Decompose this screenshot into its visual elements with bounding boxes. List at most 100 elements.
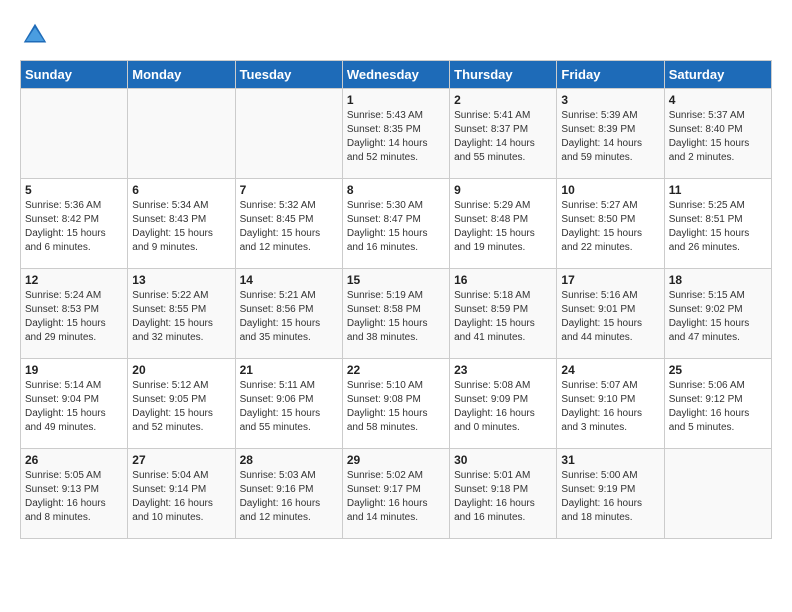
day-info: Sunrise: 5:24 AM Sunset: 8:53 PM Dayligh…: [25, 289, 123, 345]
calendar-cell: 30Sunrise: 5:01 AM Sunset: 9:18 PM Dayli…: [450, 449, 557, 539]
calendar-cell: 3 Sunrise: 5:39 AM Sunset: 8:39 PM Daylig…: [557, 89, 664, 179]
day-number: 4: [669, 93, 767, 107]
day-number: 15: [347, 273, 445, 287]
calendar-cell: 31 Sunrise: 5:00 AM Sunset: 9:19 PM Dayli…: [557, 449, 664, 539]
calendar-cell: 15 Sunrise: 5:19 AM Sunset: 8:58 PM Dayli…: [342, 269, 449, 359]
calendar-cell: 27 Sunrise: 5:04 AM Sunset: 9:14 PM Dayli…: [128, 449, 235, 539]
calendar-cell: 19 Sunrise: 5:14 AM Sunset: 9:04 PM Dayli…: [21, 359, 128, 449]
day-info: Sunrise: 5:29 AM Sunset: 8:48 PM Dayligh…: [454, 199, 552, 255]
day-info: Sunrise: 5:10 AM Sunset: 9:08 PM Dayligh…: [347, 379, 445, 435]
day-info: Sunrise: 5:11 AM Sunset: 9:06 PM Dayligh…: [240, 379, 338, 435]
day-number: 16: [454, 273, 552, 287]
day-info: Sunrise: 5:14 AM Sunset: 9:04 PM Dayligh…: [25, 379, 123, 435]
day-info: Sunrise: 5:43 AM Sunset: 8:35 PM Dayligh…: [347, 109, 445, 165]
day-number: 26: [25, 453, 123, 467]
day-info: Sunrise: 5:16 AM Sunset: 9:01 PM Dayligh…: [561, 289, 659, 345]
day-info: Sunrise: 5:02 AM Sunset: 9:17 PM Dayligh…: [347, 469, 445, 525]
calendar-cell: 26Sunrise: 5:05 AM Sunset: 9:13 PM Dayli…: [21, 449, 128, 539]
day-number: 13: [132, 273, 230, 287]
calendar-cell: 9 Sunrise: 5:29 AM Sunset: 8:48 PM Daylig…: [450, 179, 557, 269]
day-info: Sunrise: 5:30 AM Sunset: 8:47 PM Dayligh…: [347, 199, 445, 255]
day-header-friday: Friday: [557, 61, 664, 89]
day-info: Sunrise: 5:37 AM Sunset: 8:40 PM Dayligh…: [669, 109, 767, 165]
day-header-saturday: Saturday: [664, 61, 771, 89]
day-number: 18: [669, 273, 767, 287]
calendar-cell: [664, 449, 771, 539]
day-number: 25: [669, 363, 767, 377]
day-number: 3: [561, 93, 659, 107]
day-number: 28: [240, 453, 338, 467]
calendar-cell: 5 Sunrise: 5:36 AM Sunset: 8:42 PM Daylig…: [21, 179, 128, 269]
day-number: 14: [240, 273, 338, 287]
day-number: 20: [132, 363, 230, 377]
logo: [20, 20, 54, 50]
calendar-cell: 2Sunrise: 5:41 AM Sunset: 8:37 PM Daylig…: [450, 89, 557, 179]
day-info: Sunrise: 5:04 AM Sunset: 9:14 PM Dayligh…: [132, 469, 230, 525]
day-info: Sunrise: 5:39 AM Sunset: 8:39 PM Dayligh…: [561, 109, 659, 165]
day-number: 21: [240, 363, 338, 377]
page-header: [20, 20, 772, 50]
day-number: 24: [561, 363, 659, 377]
day-header-monday: Monday: [128, 61, 235, 89]
calendar-cell: 14 Sunrise: 5:21 AM Sunset: 8:56 PM Dayli…: [235, 269, 342, 359]
calendar-cell: 7Sunrise: 5:32 AM Sunset: 8:45 PM Daylig…: [235, 179, 342, 269]
day-number: 1: [347, 93, 445, 107]
calendar-cell: [21, 89, 128, 179]
day-info: Sunrise: 5:22 AM Sunset: 8:55 PM Dayligh…: [132, 289, 230, 345]
calendar-cell: 6 Sunrise: 5:34 AM Sunset: 8:43 PM Daylig…: [128, 179, 235, 269]
day-header-sunday: Sunday: [21, 61, 128, 89]
day-number: 31: [561, 453, 659, 467]
calendar-week-3: 12 Sunrise: 5:24 AM Sunset: 8:53 PM Dayli…: [21, 269, 772, 359]
day-number: 12: [25, 273, 123, 287]
calendar-cell: 12 Sunrise: 5:24 AM Sunset: 8:53 PM Dayli…: [21, 269, 128, 359]
calendar-week-4: 19 Sunrise: 5:14 AM Sunset: 9:04 PM Dayli…: [21, 359, 772, 449]
day-number: 5: [25, 183, 123, 197]
day-info: Sunrise: 5:25 AM Sunset: 8:51 PM Dayligh…: [669, 199, 767, 255]
day-info: Sunrise: 5:06 AM Sunset: 9:12 PM Dayligh…: [669, 379, 767, 435]
calendar-cell: 25 Sunrise: 5:06 AM Sunset: 9:12 PM Dayli…: [664, 359, 771, 449]
calendar-cell: 11 Sunrise: 5:25 AM Sunset: 8:51 PM Dayli…: [664, 179, 771, 269]
day-info: Sunrise: 5:08 AM Sunset: 9:09 PM Dayligh…: [454, 379, 552, 435]
day-info: Sunrise: 5:34 AM Sunset: 8:43 PM Dayligh…: [132, 199, 230, 255]
day-info: Sunrise: 5:00 AM Sunset: 9:19 PM Dayligh…: [561, 469, 659, 525]
calendar-cell: 17 Sunrise: 5:16 AM Sunset: 9:01 PM Dayli…: [557, 269, 664, 359]
day-number: 8: [347, 183, 445, 197]
calendar-cell: 13 Sunrise: 5:22 AM Sunset: 8:55 PM Dayli…: [128, 269, 235, 359]
calendar-cell: [128, 89, 235, 179]
day-info: Sunrise: 5:36 AM Sunset: 8:42 PM Dayligh…: [25, 199, 123, 255]
calendar-cell: [235, 89, 342, 179]
calendar-header: SundayMondayTuesdayWednesdayThursdayFrid…: [21, 61, 772, 89]
calendar-cell: 22 Sunrise: 5:10 AM Sunset: 9:08 PM Dayli…: [342, 359, 449, 449]
day-number: 9: [454, 183, 552, 197]
calendar-week-5: 26Sunrise: 5:05 AM Sunset: 9:13 PM Dayli…: [21, 449, 772, 539]
day-number: 19: [25, 363, 123, 377]
calendar-table: SundayMondayTuesdayWednesdayThursdayFrid…: [20, 60, 772, 539]
day-info: Sunrise: 5:15 AM Sunset: 9:02 PM Dayligh…: [669, 289, 767, 345]
day-info: Sunrise: 5:32 AM Sunset: 8:45 PM Dayligh…: [240, 199, 338, 255]
calendar-cell: 23 Sunrise: 5:08 AM Sunset: 9:09 PM Dayli…: [450, 359, 557, 449]
calendar-cell: 1 Sunrise: 5:43 AM Sunset: 8:35 PM Daylig…: [342, 89, 449, 179]
day-info: Sunrise: 5:21 AM Sunset: 8:56 PM Dayligh…: [240, 289, 338, 345]
calendar-cell: 18 Sunrise: 5:15 AM Sunset: 9:02 PM Dayli…: [664, 269, 771, 359]
day-info: Sunrise: 5:18 AM Sunset: 8:59 PM Dayligh…: [454, 289, 552, 345]
day-number: 10: [561, 183, 659, 197]
calendar-cell: 10Sunrise: 5:27 AM Sunset: 8:50 PM Dayli…: [557, 179, 664, 269]
day-info: Sunrise: 5:19 AM Sunset: 8:58 PM Dayligh…: [347, 289, 445, 345]
day-number: 11: [669, 183, 767, 197]
calendar-cell: 28Sunrise: 5:03 AM Sunset: 9:16 PM Dayli…: [235, 449, 342, 539]
day-info: Sunrise: 5:07 AM Sunset: 9:10 PM Dayligh…: [561, 379, 659, 435]
calendar-cell: 29Sunrise: 5:02 AM Sunset: 9:17 PM Dayli…: [342, 449, 449, 539]
day-number: 27: [132, 453, 230, 467]
logo-icon: [20, 20, 50, 50]
calendar-week-1: 1 Sunrise: 5:43 AM Sunset: 8:35 PM Daylig…: [21, 89, 772, 179]
day-number: 22: [347, 363, 445, 377]
day-number: 6: [132, 183, 230, 197]
day-number: 23: [454, 363, 552, 377]
day-info: Sunrise: 5:01 AM Sunset: 9:18 PM Dayligh…: [454, 469, 552, 525]
calendar-cell: 4 Sunrise: 5:37 AM Sunset: 8:40 PM Daylig…: [664, 89, 771, 179]
calendar-week-2: 5 Sunrise: 5:36 AM Sunset: 8:42 PM Daylig…: [21, 179, 772, 269]
calendar-cell: 20Sunrise: 5:12 AM Sunset: 9:05 PM Dayli…: [128, 359, 235, 449]
day-number: 17: [561, 273, 659, 287]
day-number: 2: [454, 93, 552, 107]
calendar-cell: 24 Sunrise: 5:07 AM Sunset: 9:10 PM Dayli…: [557, 359, 664, 449]
